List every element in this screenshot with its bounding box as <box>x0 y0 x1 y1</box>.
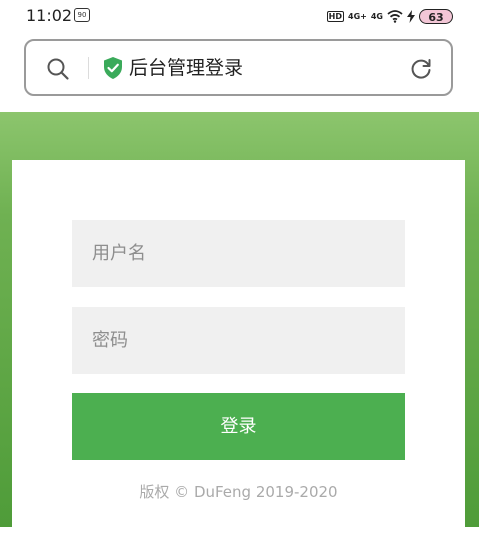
status-indicators: HD 4G+ 4G 63 <box>326 6 453 26</box>
hd-voice-icon: HD <box>326 10 345 22</box>
signal-4g-plus-icon: 4G+ <box>348 11 367 21</box>
signal-4g-icon: 4G <box>370 11 383 21</box>
login-button-label: 登录 <box>220 416 257 437</box>
login-button[interactable]: 登录 <box>72 393 405 460</box>
status-bar: 11:02 90 HD 4G+ 4G 63 <box>0 0 479 32</box>
search-icon[interactable] <box>46 57 70 81</box>
wifi-icon <box>387 9 403 23</box>
shield-check-icon <box>104 57 122 79</box>
battery-indicator: 63 <box>419 8 453 24</box>
browser-url-bar[interactable]: 后台管理登录 <box>24 39 453 96</box>
password-placeholder: 密码 <box>92 330 128 351</box>
password-input[interactable]: 密码 <box>72 307 405 374</box>
status-time: 11:02 <box>26 6 73 25</box>
reload-icon[interactable] <box>409 57 433 81</box>
username-input[interactable]: 用户名 <box>72 220 405 287</box>
page-title[interactable]: 后台管理登录 <box>129 55 243 81</box>
username-placeholder: 用户名 <box>92 243 146 264</box>
url-divider <box>88 57 89 79</box>
notification-app-icon: 90 <box>74 8 90 22</box>
copyright-text: 版权 © DuFeng 2019-2020 <box>139 483 338 501</box>
charging-icon <box>407 9 415 23</box>
